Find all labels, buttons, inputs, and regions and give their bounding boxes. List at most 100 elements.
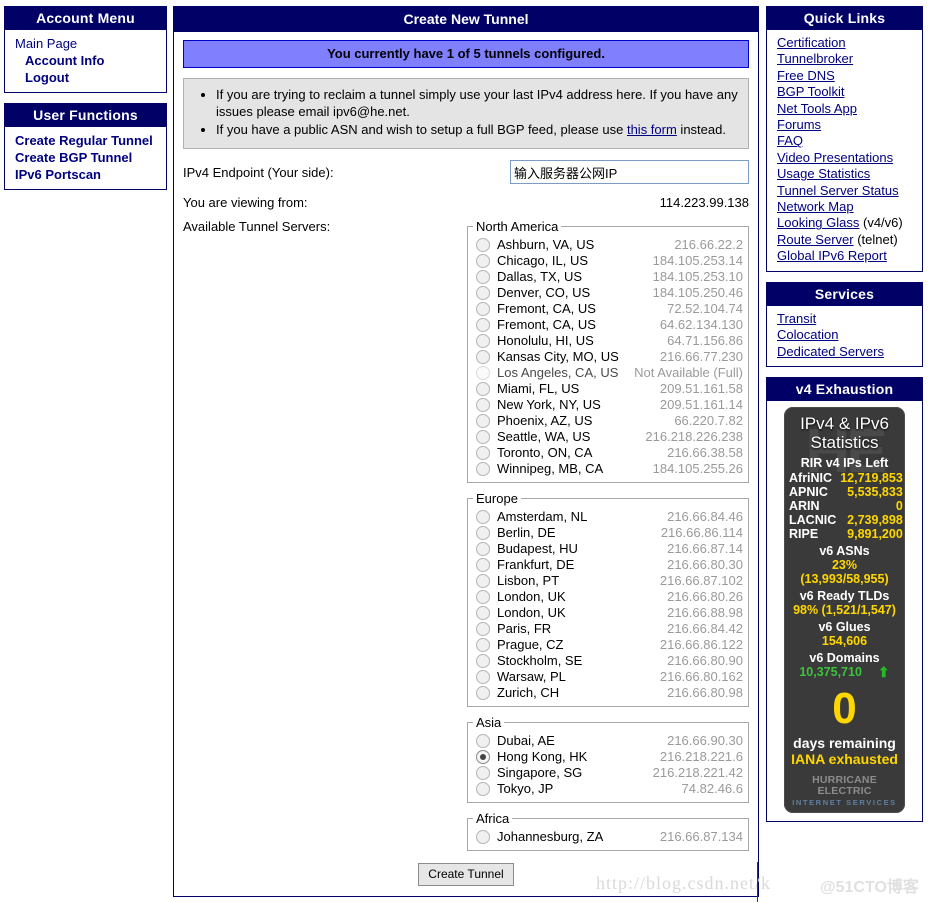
quick-link-6[interactable]: FAQ	[777, 133, 803, 148]
radio-button-icon[interactable]	[476, 334, 490, 348]
quick-link-0[interactable]: Certification	[777, 35, 846, 50]
tunnel-server-option[interactable]: Johannesburg, ZA 216.66.87.134	[473, 829, 743, 845]
create-tunnel-button[interactable]: Create Tunnel	[418, 863, 514, 886]
tunnel-server-option[interactable]: Stockholm, SE 216.66.80.90	[473, 653, 743, 669]
user-function-link-1[interactable]: Create BGP Tunnel	[11, 150, 132, 165]
tunnel-server-option[interactable]: Lisbon, PT 216.66.87.102	[473, 573, 743, 589]
quick-link-3[interactable]: BGP Toolkit	[777, 84, 844, 99]
tunnel-server-option[interactable]: Warsaw, PL 216.66.80.162	[473, 669, 743, 685]
radio-button-icon[interactable]	[476, 254, 490, 268]
quick-link-12[interactable]: Route Server	[777, 232, 854, 247]
account-menu-list: Main Page Account Info Logout	[11, 35, 160, 86]
radio-button-icon[interactable]	[476, 734, 490, 748]
tunnel-server-option[interactable]: Denver, CO, US 184.105.250.46	[473, 285, 743, 301]
radio-button-icon[interactable]	[476, 638, 490, 652]
radio-button-icon[interactable]	[476, 606, 490, 620]
radio-button-icon[interactable]	[476, 238, 490, 252]
tunnel-server-option[interactable]: Miami, FL, US 209.51.161.58	[473, 381, 743, 397]
quick-link-item: Free DNS	[777, 68, 916, 84]
tunnel-server-option[interactable]: Toronto, ON, CA 216.66.38.58	[473, 445, 743, 461]
ipv4-ipv6-statistics-widget[interactable]: IPv4 & IPv6 Statistics RIR v4 IPs Left A…	[784, 406, 905, 813]
region-group: Europe Amsterdam, NL 216.66.84.46 Berlin, D…	[467, 491, 749, 707]
radio-button-icon[interactable]	[476, 558, 490, 572]
quick-link-8[interactable]: Usage Statistics	[777, 166, 870, 181]
radio-button-icon[interactable]	[476, 462, 490, 476]
tunnel-server-option[interactable]: Ashburn, VA, US 216.66.22.2	[473, 237, 743, 253]
tunnel-server-option[interactable]: Singapore, SG 216.218.221.42	[473, 765, 743, 781]
tunnel-server-option[interactable]: New York, NY, US 209.51.161.14	[473, 397, 743, 413]
radio-button-icon[interactable]	[476, 446, 490, 460]
quick-link-item: BGP Toolkit	[777, 84, 916, 100]
tunnel-server-option[interactable]: Tokyo, JP 74.82.46.6	[473, 781, 743, 797]
radio-button-icon[interactable]	[476, 398, 490, 412]
tunnel-server-option[interactable]: Prague, CZ 216.66.86.122	[473, 637, 743, 653]
user-function-link-2[interactable]: IPv6 Portscan	[11, 167, 101, 182]
radio-button-icon[interactable]	[476, 302, 490, 316]
v6-asns-label: v6 ASNs	[819, 543, 870, 558]
tunnel-server-option[interactable]: Dubai, AE 216.66.90.30	[473, 733, 743, 749]
tunnel-server-option[interactable]: Fremont, CA, US 72.52.104.74	[473, 301, 743, 317]
info-bullet: If you have a public ASN and wish to set…	[216, 121, 738, 138]
tunnel-server-option[interactable]: Hong Kong, HK 216.218.221.6	[473, 749, 743, 765]
radio-button-icon[interactable]	[476, 622, 490, 636]
radio-button-icon[interactable]	[476, 782, 490, 796]
this-form-link[interactable]: this form	[627, 122, 677, 137]
tunnel-server-option[interactable]: Paris, FR 216.66.84.42	[473, 621, 743, 637]
quick-link-7[interactable]: Video Presentations	[777, 150, 893, 165]
radio-button-icon[interactable]	[476, 430, 490, 444]
tunnel-server-option[interactable]: Winnipeg, MB, CA 184.105.255.26	[473, 461, 743, 477]
quick-link-4[interactable]: Net Tools App	[777, 101, 857, 116]
radio-button-icon[interactable]	[476, 574, 490, 588]
radio-button-icon[interactable]	[476, 414, 490, 428]
radio-button-icon[interactable]	[476, 510, 490, 524]
rir-row: RIPE 9,891,200	[787, 527, 905, 541]
account-menu-link-2[interactable]: Logout	[11, 70, 69, 85]
ipv4-endpoint-input[interactable]	[510, 160, 749, 184]
account-menu-link-1[interactable]: Account Info	[11, 53, 104, 68]
account-menu-link-0[interactable]: Main Page	[11, 36, 77, 51]
region-legend: Africa	[476, 811, 510, 826]
tunnel-server-option[interactable]: Chicago, IL, US 184.105.253.14	[473, 253, 743, 269]
tunnel-server-option[interactable]: London, UK 216.66.88.98	[473, 605, 743, 621]
tunnel-server-option[interactable]: Seattle, WA, US 216.218.226.238	[473, 429, 743, 445]
region-legend: Europe	[476, 491, 518, 506]
radio-button-icon[interactable]	[476, 654, 490, 668]
info-box: If you are trying to reclaim a tunnel si…	[183, 78, 749, 149]
radio-button-icon[interactable]	[476, 270, 490, 284]
tunnel-server-option[interactable]: Kansas City, MO, US 216.66.77.230	[473, 349, 743, 365]
radio-button-icon[interactable]	[476, 766, 490, 780]
radio-button-icon[interactable]	[476, 750, 490, 764]
quick-link-5[interactable]: Forums	[777, 117, 821, 132]
tunnel-server-option[interactable]: Phoenix, AZ, US 66.220.7.82	[473, 413, 743, 429]
quick-link-11[interactable]: Looking Glass	[777, 215, 859, 230]
radio-button-icon[interactable]	[476, 526, 490, 540]
tunnel-server-option[interactable]: Dallas, TX, US 184.105.253.10	[473, 269, 743, 285]
tunnel-server-option[interactable]: Berlin, DE 216.66.86.114	[473, 525, 743, 541]
service-link-1[interactable]: Colocation	[777, 327, 838, 342]
quick-link-10[interactable]: Network Map	[777, 199, 854, 214]
user-function-link-0[interactable]: Create Regular Tunnel	[11, 133, 153, 148]
radio-button-icon[interactable]	[476, 382, 490, 396]
tunnel-server-option[interactable]: Fremont, CA, US 64.62.134.130	[473, 317, 743, 333]
tunnel-server-option[interactable]: London, UK 216.66.80.26	[473, 589, 743, 605]
service-link-0[interactable]: Transit	[777, 311, 816, 326]
tunnel-server-option[interactable]: Budapest, HU 216.66.87.14	[473, 541, 743, 557]
tunnel-server-option[interactable]: Frankfurt, DE 216.66.80.30	[473, 557, 743, 573]
radio-button-icon[interactable]	[476, 318, 490, 332]
tunnel-server-option[interactable]: Amsterdam, NL 216.66.84.46	[473, 509, 743, 525]
quick-link-9[interactable]: Tunnel Server Status	[777, 183, 899, 198]
tunnel-server-option[interactable]: Honolulu, HI, US 64.71.156.86	[473, 333, 743, 349]
quick-link-13[interactable]: Global IPv6 Report	[777, 248, 887, 263]
radio-button-icon[interactable]	[476, 670, 490, 684]
quick-link-1[interactable]: Tunnelbroker	[777, 51, 853, 66]
radio-button-icon[interactable]	[476, 542, 490, 556]
quick-link-item: Usage Statistics	[777, 166, 916, 182]
radio-button-icon[interactable]	[476, 590, 490, 604]
service-link-2[interactable]: Dedicated Servers	[777, 344, 884, 359]
radio-button-icon[interactable]	[476, 286, 490, 300]
radio-button-icon[interactable]	[476, 686, 490, 700]
radio-button-icon[interactable]	[476, 350, 490, 364]
radio-button-icon[interactable]	[476, 830, 490, 844]
tunnel-server-option[interactable]: Zurich, CH 216.66.80.98	[473, 685, 743, 701]
quick-link-2[interactable]: Free DNS	[777, 68, 835, 83]
